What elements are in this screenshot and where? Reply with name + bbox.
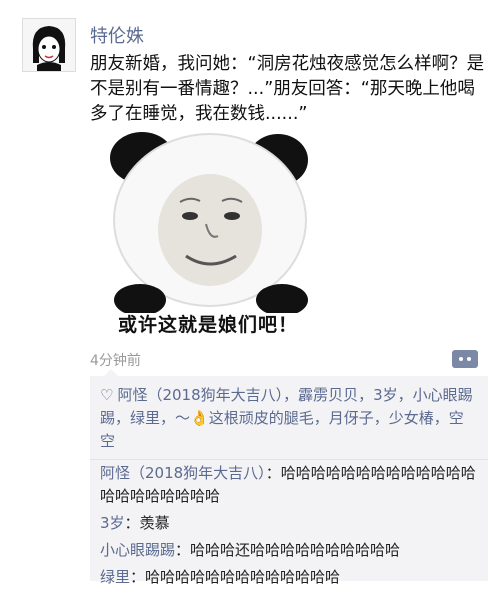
ok-hand-emoji-icon: 👌 [190,409,209,427]
comment-more-button[interactable] [452,350,478,368]
comment-text: 哈哈哈哈哈哈哈哈哈哈哈哈哈 [145,568,341,586]
comment-separator: ： [175,541,191,559]
comment-separator: ： [265,464,281,482]
likes-list: ♡ 阿怪（2018狗年大吉八），霹雳贝贝，3岁，小心眼踢踢，绿里，～👌这根顽皮的腿… [90,376,488,460]
comment-separator: ： [124,514,140,532]
comment-item[interactable]: 3岁：羡慕 [90,510,488,537]
heart-outline-icon: ♡ [100,386,114,404]
comment-text: 哈哈哈还哈哈哈哈哈哈哈哈哈哈 [190,541,401,559]
comment-author[interactable]: 3岁 [100,514,125,532]
post-username[interactable]: 特伦姝 [90,22,144,48]
comment-author[interactable]: 阿怪（2018狗年大吉八） [100,464,266,482]
comment-author[interactable]: 小心眼踢踢 [100,541,175,559]
meme-caption: 或许这就是娘们吧！ [118,314,299,336]
comment-author[interactable]: 绿里 [100,568,130,586]
comment-item[interactable]: 绿里：哈哈哈哈哈哈哈哈哈哈哈哈哈 [90,564,488,591]
post-text: 朋友新婚，我问她：“洞房花烛夜感觉怎么样啊？是不是别有一番情趣？...”朋友回答… [90,54,485,124]
comment-item[interactable]: 小心眼踢踢：哈哈哈还哈哈哈哈哈哈哈哈哈哈 [90,537,488,564]
panda-face-illustration [92,128,324,313]
comment-item[interactable]: 阿怪（2018狗年大吉八）：哈哈哈哈哈哈哈哈哈哈哈哈哈哈哈哈哈哈哈哈哈 [90,460,488,510]
avatar-illustration [23,19,75,71]
post-timestamp: 4分钟前 [90,353,141,369]
interaction-panel: ♡ 阿怪（2018狗年大吉八），霹雳贝贝，3岁，小心眼踢踢，绿里，～👌这根顽皮的腿… [90,369,488,586]
comment-separator: ： [130,568,146,586]
user-avatar[interactable] [22,18,76,72]
meme-image[interactable] [92,128,324,338]
comment-text: 羡慕 [139,514,170,532]
